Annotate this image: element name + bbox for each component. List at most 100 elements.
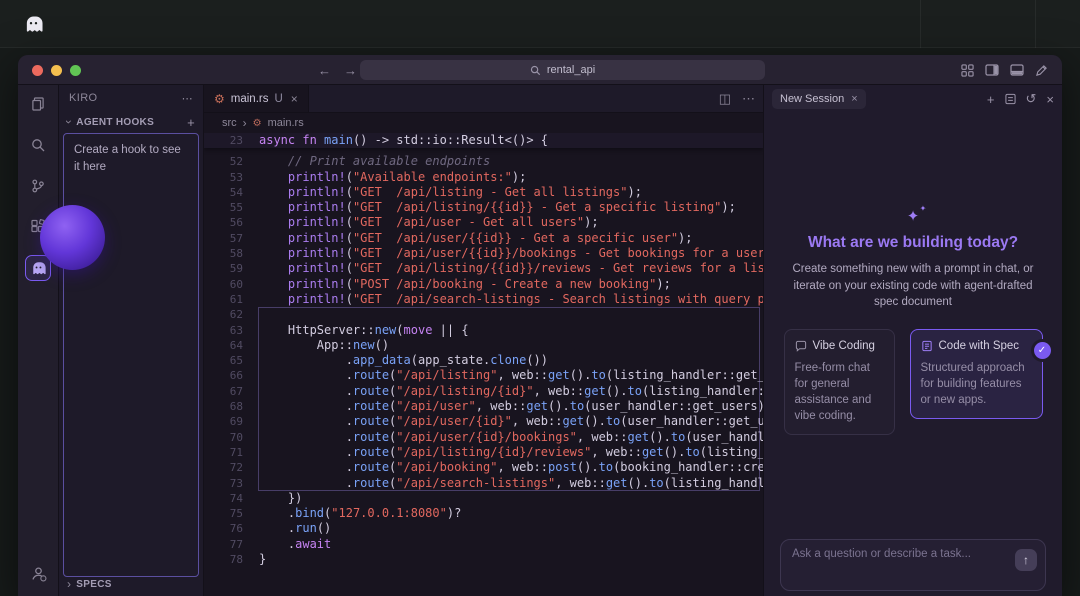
history-icon[interactable]: ↺ <box>1026 91 1037 107</box>
activity-bar <box>18 85 58 596</box>
pen-mode-icon[interactable] <box>1035 64 1048 77</box>
line-number: 71 <box>204 445 248 460</box>
close-session-icon[interactable]: × <box>851 93 857 105</box>
new-session-icon[interactable]: + <box>987 92 995 107</box>
code-line[interactable]: 55 println!("GET /api/listing/{{id}} - G… <box>204 200 763 215</box>
code-line[interactable]: 59 println!("GET /api/listing/{{id}}/rev… <box>204 261 763 276</box>
code-line[interactable]: 65 .app_data(app_state.clone()) <box>204 353 763 368</box>
code-line[interactable]: 58 println!("GET /api/user/{{id}}/bookin… <box>204 246 763 261</box>
source-control-icon[interactable] <box>25 173 51 199</box>
code-line[interactable]: 70 .route("/api/user/{id}/bookings", web… <box>204 430 763 445</box>
desktop: ← → rental_api <box>0 0 1080 596</box>
code-line[interactable]: 74 }) <box>204 491 763 506</box>
vibe-coding-desc: Free-form chat for general assistance an… <box>795 360 884 424</box>
code-line[interactable]: 52 // Print available endpoints <box>204 154 763 169</box>
code-line[interactable]: 23async fn main() -> std::io::Result<()>… <box>204 133 763 148</box>
account-icon[interactable] <box>25 560 51 586</box>
breadcrumb[interactable]: src › ⚙ main.rs <box>204 113 763 133</box>
line-number: 74 <box>204 491 248 506</box>
editor-group: ⚙ main.rs U × ◫ ⋯ src › ⚙ main.rs <box>203 85 763 596</box>
line-number: 70 <box>204 430 248 445</box>
code-line[interactable]: 71 .route("/api/listing/{id}/reviews", w… <box>204 445 763 460</box>
agent-hooks-empty-panel[interactable]: Create a hook to see it here <box>63 133 199 577</box>
code-line[interactable]: 62 <box>204 307 763 322</box>
nav-back-button[interactable]: ← <box>318 63 331 78</box>
line-number: 73 <box>204 476 248 491</box>
close-window-button[interactable] <box>32 65 43 76</box>
sticky-scroll-line[interactable]: 23async fn main() -> std::io::Result<()>… <box>204 133 763 148</box>
line-number: 68 <box>204 399 248 414</box>
line-number: 64 <box>204 338 248 353</box>
code-line[interactable]: 61 println!("GET /api/search-listings - … <box>204 292 763 307</box>
toggle-primary-sidebar-icon[interactable] <box>985 64 999 76</box>
chat-input[interactable] <box>781 540 1045 590</box>
split-editor-icon[interactable]: ◫ <box>719 91 731 107</box>
code-line[interactable]: 73 .route("/api/search-listings", web::g… <box>204 476 763 491</box>
sidebar-more-icon[interactable]: ⋯ <box>182 92 193 105</box>
git-status-badge: U <box>274 93 282 105</box>
code-line[interactable]: 69 .route("/api/user/{id}", web::get().t… <box>204 414 763 429</box>
add-hook-button[interactable]: + <box>187 115 195 130</box>
line-number: 76 <box>204 521 248 536</box>
explorer-icon[interactable] <box>25 91 51 117</box>
search-icon <box>530 65 541 76</box>
customize-layout-icon[interactable] <box>961 64 974 77</box>
breadcrumb-file[interactable]: main.rs <box>268 117 304 129</box>
editor-more-icon[interactable]: ⋯ <box>742 91 755 107</box>
line-number: 54 <box>204 185 248 200</box>
command-center-search[interactable]: rental_api <box>360 60 765 80</box>
code-line[interactable]: 64 App::new() <box>204 338 763 353</box>
chat-input-box[interactable]: ↑ <box>780 539 1046 591</box>
breadcrumb-separator: › <box>243 116 247 130</box>
tab-main-rs[interactable]: ⚙ main.rs U × <box>204 85 309 112</box>
code-line[interactable]: 67 .route("/api/listing/{id}", web::get(… <box>204 384 763 399</box>
rust-file-icon: ⚙ <box>214 92 225 106</box>
chat-bubble-icon <box>795 340 807 352</box>
nav-forward-button[interactable]: → <box>344 63 357 78</box>
search-sidebar-icon[interactable] <box>25 132 51 158</box>
code-line[interactable]: 78} <box>204 552 763 567</box>
send-button[interactable]: ↑ <box>1015 549 1037 571</box>
vibe-coding-card[interactable]: Vibe Coding Free-form chat for general a… <box>784 329 895 435</box>
code-line[interactable]: 60 println!("POST /api/booking - Create … <box>204 277 763 292</box>
zoom-window-button[interactable] <box>70 65 81 76</box>
code-line[interactable]: 54 println!("GET /api/listing - Get all … <box>204 185 763 200</box>
code-with-spec-card[interactable]: Code with Spec Structured approach for b… <box>910 329 1043 419</box>
code-line[interactable]: 75 .bind("127.0.0.1:8080")? <box>204 506 763 521</box>
agent-hooks-section-header[interactable]: › AGENT HOOKS + <box>59 111 203 133</box>
code-line[interactable]: 68 .route("/api/user", web::get().to(use… <box>204 399 763 414</box>
toggle-panel-icon[interactable] <box>1010 64 1024 76</box>
line-number: 61 <box>204 292 248 307</box>
code-with-spec-title: Code with Spec <box>939 340 1020 352</box>
code-line[interactable]: 77 .await <box>204 537 763 552</box>
line-number: 63 <box>204 323 248 338</box>
specs-label: SPECS <box>76 579 111 590</box>
chat-session-tab[interactable]: New Session × <box>772 89 866 109</box>
sparkle-icon: ✦ <box>907 207 920 225</box>
workspace-name: rental_api <box>547 64 595 76</box>
line-number: 57 <box>204 231 248 246</box>
code-line[interactable]: 72 .route("/api/booking", web::post().to… <box>204 460 763 475</box>
line-number: 56 <box>204 215 248 230</box>
code-lines[interactable]: 52 // Print available endpoints53 printl… <box>204 148 763 567</box>
chat-subheading: Create something new with a prompt in ch… <box>786 261 1040 311</box>
task-list-icon[interactable] <box>1005 93 1016 105</box>
code-line[interactable]: 76 .run() <box>204 521 763 536</box>
code-line[interactable]: 66 .route("/api/listing", web::get().to(… <box>204 368 763 383</box>
close-tab-icon[interactable]: × <box>291 92 298 106</box>
code-line[interactable]: 53 println!("Available endpoints:"); <box>204 170 763 185</box>
close-panel-icon[interactable]: × <box>1046 92 1054 107</box>
line-number: 55 <box>204 200 248 215</box>
background-window-edge <box>920 0 921 48</box>
specs-section-header[interactable]: › SPECS <box>59 573 203 595</box>
kiro-menubar-logo-icon[interactable] <box>24 15 43 34</box>
line-number: 23 <box>204 133 248 148</box>
minimize-window-button[interactable] <box>51 65 62 76</box>
breadcrumb-folder[interactable]: src <box>222 117 237 129</box>
code-line[interactable]: 63 HttpServer::new(move || { <box>204 323 763 338</box>
code-line[interactable]: 56 println!("GET /api/user - Get all use… <box>204 215 763 230</box>
code-editor[interactable]: 23async fn main() -> std::io::Result<()>… <box>204 133 763 596</box>
agent-hooks-hint: Create a hook to see it here <box>74 144 181 173</box>
code-line[interactable]: 57 println!("GET /api/user/{{id}} - Get … <box>204 231 763 246</box>
desktop-menubar <box>0 0 1080 48</box>
